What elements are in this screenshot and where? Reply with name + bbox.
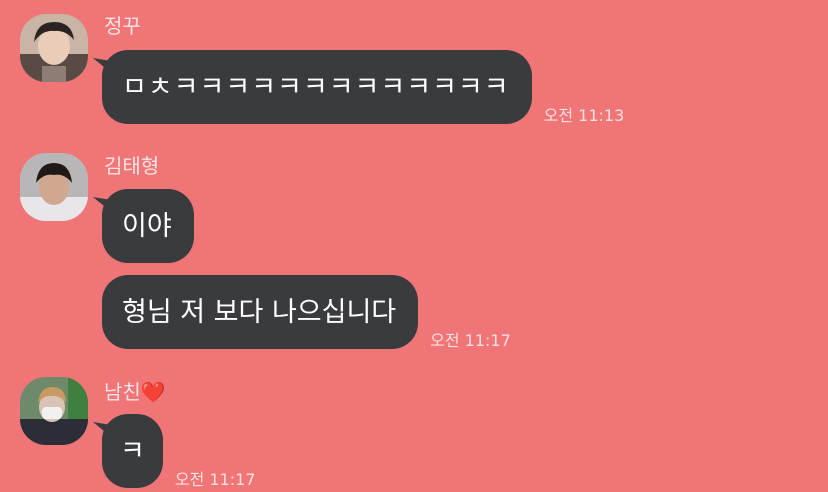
profile-photo-icon [20, 377, 88, 445]
message-bubble[interactable]: 이야 [102, 189, 194, 263]
avatar-sender-3[interactable] [20, 377, 88, 445]
message-row: ㅋ 오전 11:17 [102, 414, 256, 489]
message-text: 이야 [122, 210, 172, 242]
message-bubble[interactable]: ㅋ [102, 414, 163, 488]
profile-photo-icon [20, 14, 88, 82]
message-timestamp: 오전 11:17 [430, 331, 511, 350]
avatar-sender-2[interactable] [20, 153, 88, 221]
message-bubble[interactable]: 형님 저 보다 나으십니다 [102, 275, 419, 349]
message-text: ㅁㅊㅋㅋㅋㅋㅋㅋㅋㅋㅋㅋㅋㅋㅋ [122, 71, 510, 103]
message-row: 형님 저 보다 나으십니다 오전 11:17 [102, 275, 511, 350]
sender-name: 남친❤️ [104, 380, 166, 404]
message-bubble[interactable]: ㅁㅊㅋㅋㅋㅋㅋㅋㅋㅋㅋㅋㅋㅋㅋ [102, 50, 532, 124]
message-text: 형님 저 보다 나으십니다 [122, 296, 397, 328]
profile-photo-icon [20, 153, 88, 221]
sender-name: 정꾸 [104, 14, 141, 38]
message-row: 이야 [102, 189, 206, 263]
message-text: ㅋ [120, 435, 145, 467]
message-row: ㅁㅊㅋㅋㅋㅋㅋㅋㅋㅋㅋㅋㅋㅋㅋ 오전 11:13 [102, 50, 625, 125]
sender-name: 김태형 [104, 154, 160, 178]
avatar-sender-1[interactable] [20, 14, 88, 82]
message-timestamp: 오전 11:17 [174, 470, 256, 489]
message-timestamp: 오전 11:13 [543, 106, 625, 125]
